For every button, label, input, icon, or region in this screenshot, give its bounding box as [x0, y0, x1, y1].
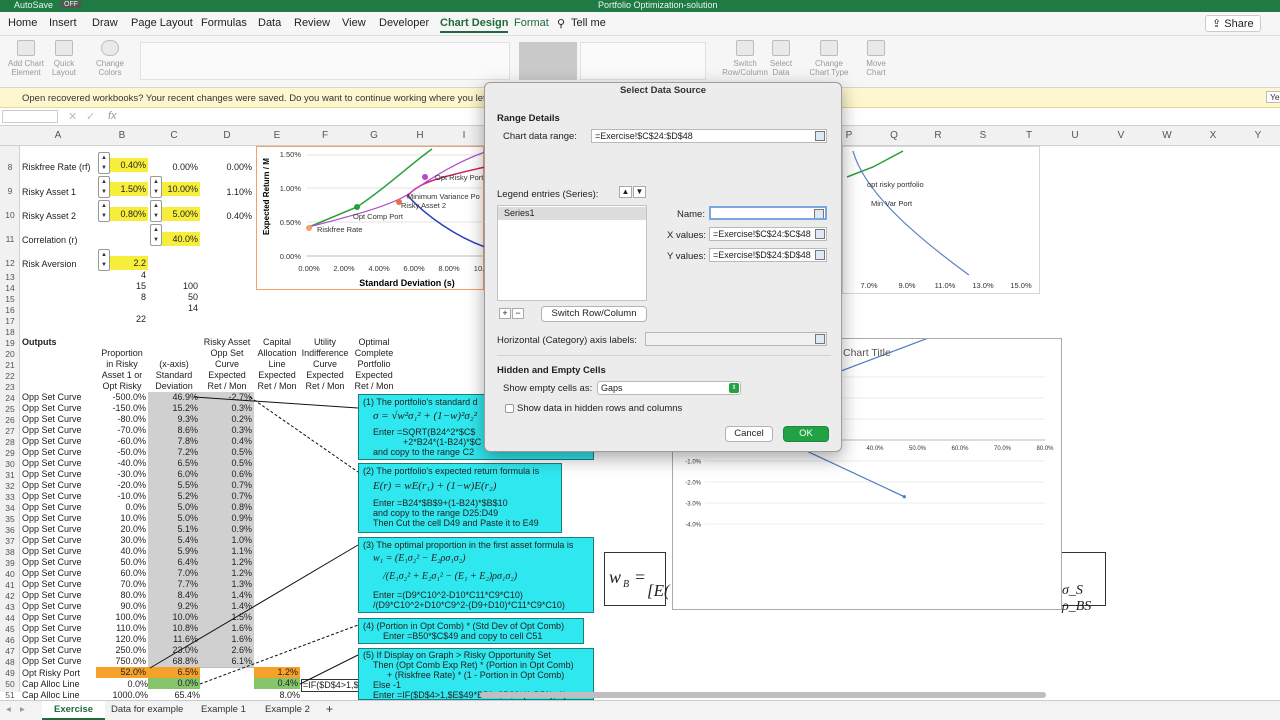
move-down-icon[interactable]: ▼ [633, 186, 646, 198]
chart-data-range-value: =Exercise!$C$24:$D$48 [595, 131, 693, 141]
sheet-tab-example-2[interactable]: Example 2 [265, 704, 310, 715]
add-series-button[interactable]: + [499, 308, 511, 319]
show-empty-value: Gaps [601, 383, 623, 393]
range-details-heading: Range Details [497, 113, 560, 124]
legend-entries-label: Legend entries (Series): [497, 189, 599, 200]
prev-sheet-icon[interactable]: ◂ [6, 704, 11, 715]
sheet-tabs: ◂ ▸ Exercise Data for example Example 1 … [0, 700, 1280, 720]
show-empty-label: Show empty cells as: [503, 383, 593, 394]
hidden-empty-heading: Hidden and Empty Cells [497, 365, 606, 376]
horizontal-axis-labels-label: Horizontal (Category) axis labels: [497, 335, 637, 346]
arrow-note4 [199, 624, 359, 685]
horizontal-scrollbar[interactable] [480, 692, 1046, 698]
show-hidden-checkbox[interactable] [505, 404, 514, 413]
dialog-divider [497, 355, 831, 356]
x-values-input[interactable]: =Exercise!$C$24:$C$48 [709, 227, 827, 241]
chart-data-range-input[interactable]: =Exercise!$C$24:$D$48 [591, 129, 827, 143]
arrow-note5 [299, 654, 359, 685]
horizontal-axis-labels-input[interactable] [645, 332, 827, 346]
x-range-icon[interactable] [815, 229, 825, 239]
select-data-source-dialog: Select Data Source Range Details Chart d… [484, 82, 842, 452]
series-list[interactable]: Series1 [497, 205, 647, 301]
y-range-icon[interactable] [815, 250, 825, 260]
add-sheet-button[interactable]: + [326, 702, 333, 716]
dialog-title: Select Data Source [619, 85, 707, 96]
series-name-input[interactable] [709, 206, 827, 220]
ok-button[interactable]: OK [783, 426, 829, 442]
name-range-icon[interactable] [814, 209, 824, 218]
sheet-tab-data-for-example[interactable]: Data for example [111, 704, 183, 715]
select-arrows-icon: ⇕ [729, 383, 739, 393]
y-values-value: =Exercise!$D$24:$D$48 [713, 250, 811, 260]
x-values-value: =Exercise!$C$24:$C$48 [713, 229, 811, 239]
series-item[interactable]: Series1 [498, 207, 646, 220]
sheet-tab-example-1[interactable]: Example 1 [201, 704, 246, 715]
sheet-tab-exercise[interactable]: Exercise [42, 701, 106, 720]
arrow-note3 [149, 544, 359, 669]
switch-row-column-dialog-button[interactable]: Switch Row/Column [541, 306, 647, 322]
show-empty-select[interactable]: Gaps ⇕ [597, 381, 741, 395]
remove-series-button[interactable]: − [512, 308, 524, 319]
x-values-label: X values: [667, 230, 707, 241]
name-label: Name: [677, 209, 705, 220]
excel-window: AutoSave OFF Portfolio Optimization-solu… [0, 0, 1280, 720]
y-values-input[interactable]: =Exercise!$D$24:$D$48 [709, 248, 827, 262]
range-picker-icon[interactable] [815, 131, 825, 141]
next-sheet-icon[interactable]: ▸ [20, 704, 25, 715]
category-range-icon[interactable] [815, 334, 825, 344]
arrow-note2 [249, 396, 359, 473]
move-up-icon[interactable]: ▲ [619, 186, 632, 198]
show-hidden-label: Show data in hidden rows and columns [517, 403, 683, 414]
y-values-label: Y values: [667, 251, 706, 262]
arrow-note1 [193, 396, 359, 409]
chart-data-range-label: Chart data range: [503, 131, 577, 142]
cancel-button[interactable]: Cancel [725, 426, 773, 442]
